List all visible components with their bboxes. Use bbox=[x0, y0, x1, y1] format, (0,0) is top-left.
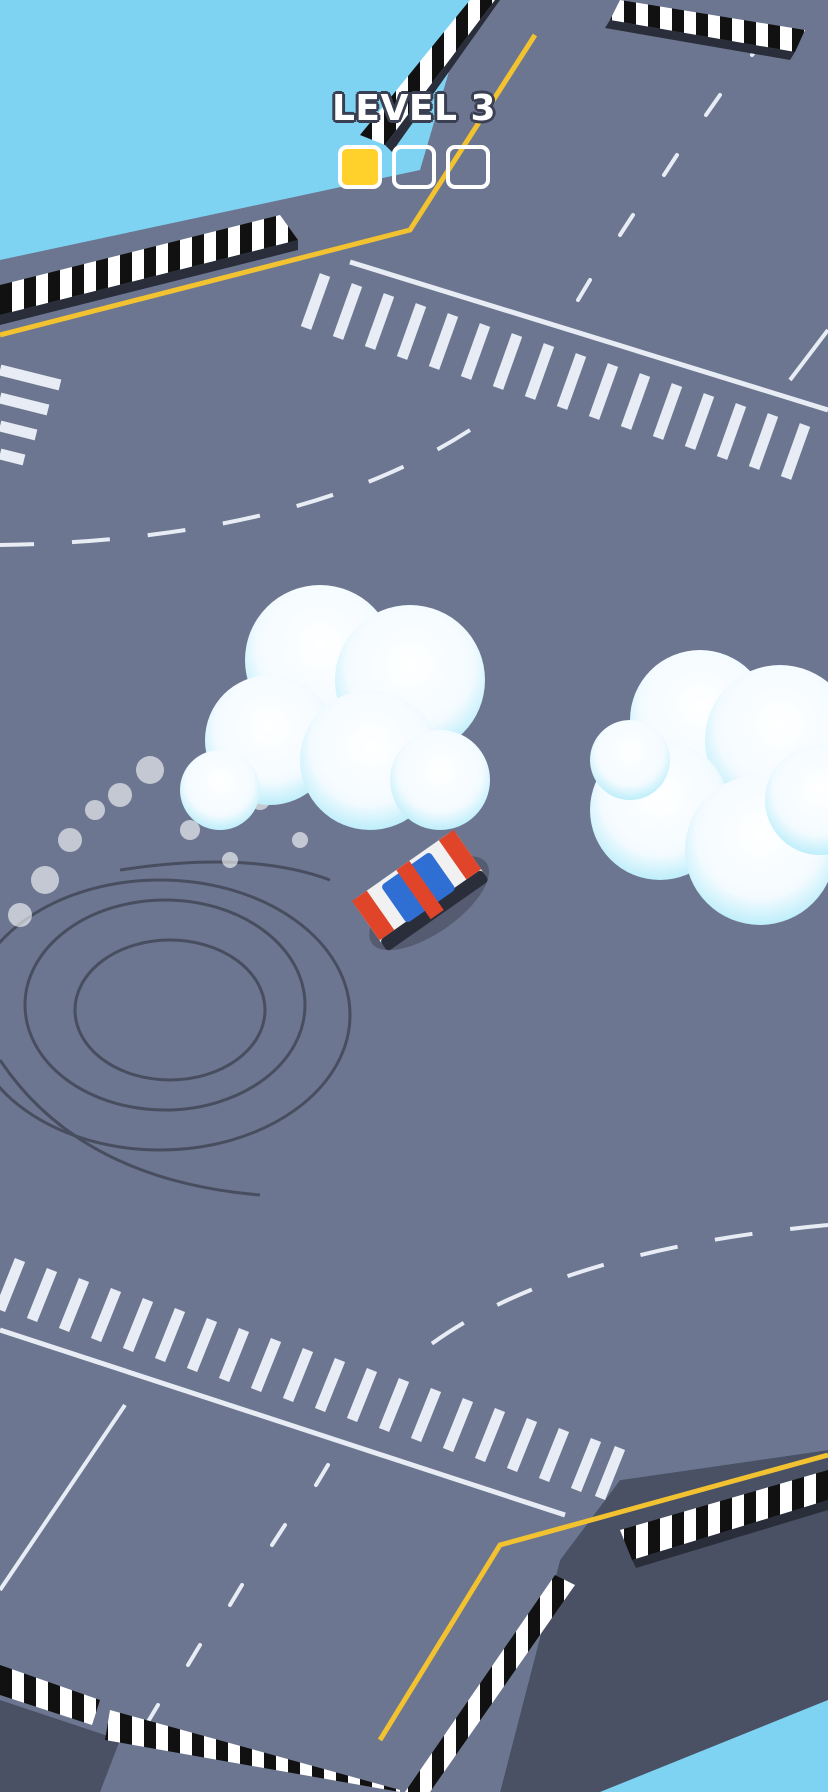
level-progress bbox=[0, 145, 828, 189]
progress-box-2 bbox=[392, 145, 436, 189]
game-viewport[interactable]: LEVEL 3 bbox=[0, 0, 828, 1792]
level-label: LEVEL 3 bbox=[331, 88, 496, 129]
progress-box-1 bbox=[338, 145, 382, 189]
game-scene[interactable] bbox=[0, 0, 828, 1792]
hud: LEVEL 3 bbox=[0, 88, 828, 189]
progress-box-3 bbox=[446, 145, 490, 189]
